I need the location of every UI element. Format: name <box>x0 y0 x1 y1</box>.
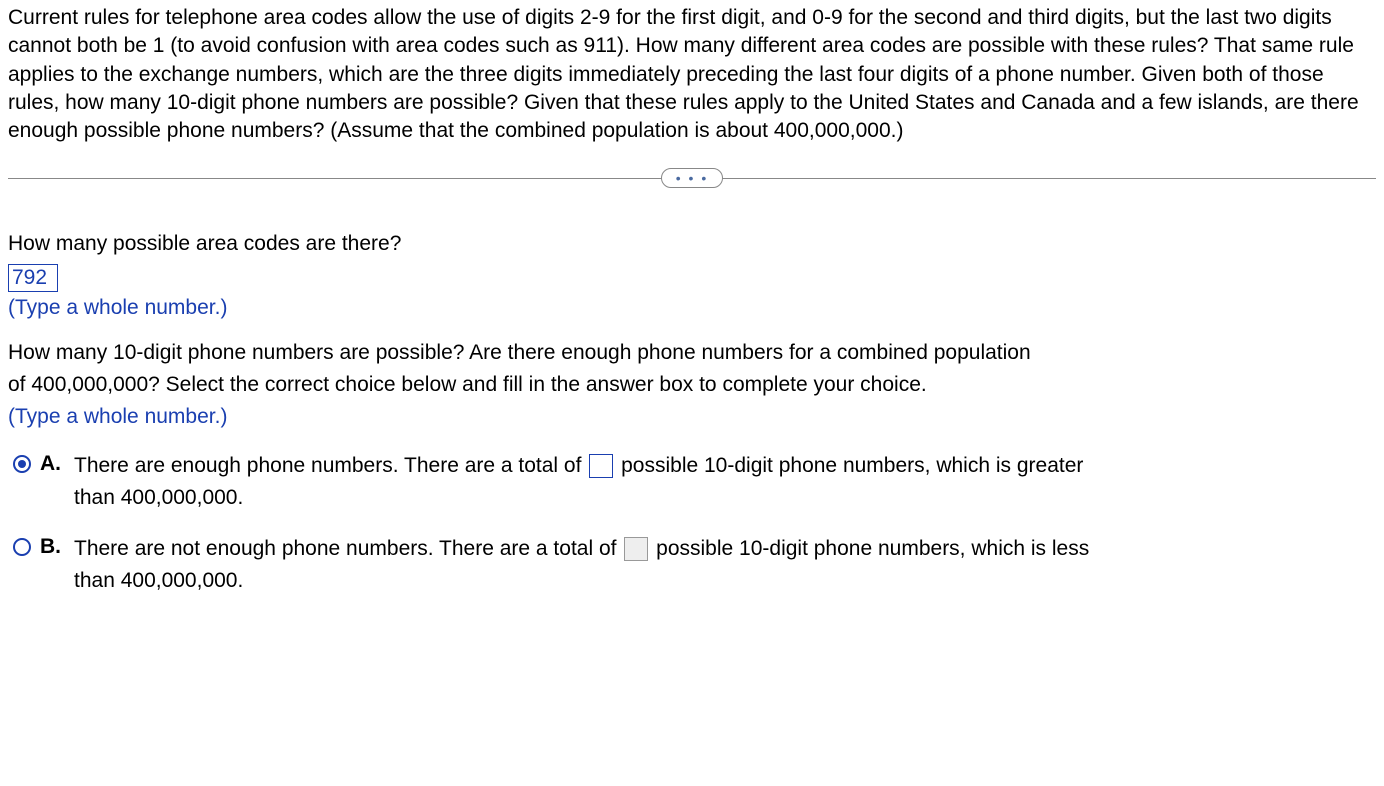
q1-hint: (Type a whole number.) <box>8 294 1376 322</box>
choice-b-input[interactable] <box>624 537 648 561</box>
choice-b: B. There are not enough phone numbers. T… <box>8 533 1376 598</box>
choice-a-radio[interactable] <box>13 455 31 473</box>
question-2: How many 10-digit phone numbers are poss… <box>8 339 1376 432</box>
choice-b-pre: There are not enough phone numbers. Ther… <box>74 537 622 560</box>
q2-line2: of 400,000,000? Select the correct choic… <box>8 371 1376 399</box>
choice-a-input[interactable] <box>589 454 613 478</box>
q2-hint: (Type a whole number.) <box>8 403 1376 431</box>
choice-b-radio[interactable] <box>13 538 31 556</box>
choice-a-post1: possible 10-digit phone numbers, which i… <box>621 454 1083 477</box>
q1-prompt: How many possible area codes are there? <box>8 230 1376 258</box>
choice-b-text: There are not enough phone numbers. Ther… <box>68 533 1376 598</box>
q1-answer-input[interactable] <box>8 264 58 292</box>
choice-b-post1: possible 10-digit phone numbers, which i… <box>656 537 1089 560</box>
expand-pill[interactable]: • • • <box>661 168 723 188</box>
problem-statement: Current rules for telephone area codes a… <box>8 4 1376 146</box>
choice-list: A. There are enough phone numbers. There… <box>8 450 1376 598</box>
section-divider: • • • <box>8 166 1376 190</box>
choice-a-pre: There are enough phone numbers. There ar… <box>74 454 587 477</box>
choice-a: A. There are enough phone numbers. There… <box>8 450 1376 515</box>
choice-b-letter: B. <box>34 533 68 561</box>
choice-a-post2: than 400,000,000. <box>74 486 243 509</box>
choice-b-post2: than 400,000,000. <box>74 569 243 592</box>
choice-a-letter: A. <box>34 450 68 478</box>
q2-line1: How many 10-digit phone numbers are poss… <box>8 339 1376 367</box>
question-1: How many possible area codes are there? … <box>8 230 1376 323</box>
choice-a-text: There are enough phone numbers. There ar… <box>68 450 1376 515</box>
